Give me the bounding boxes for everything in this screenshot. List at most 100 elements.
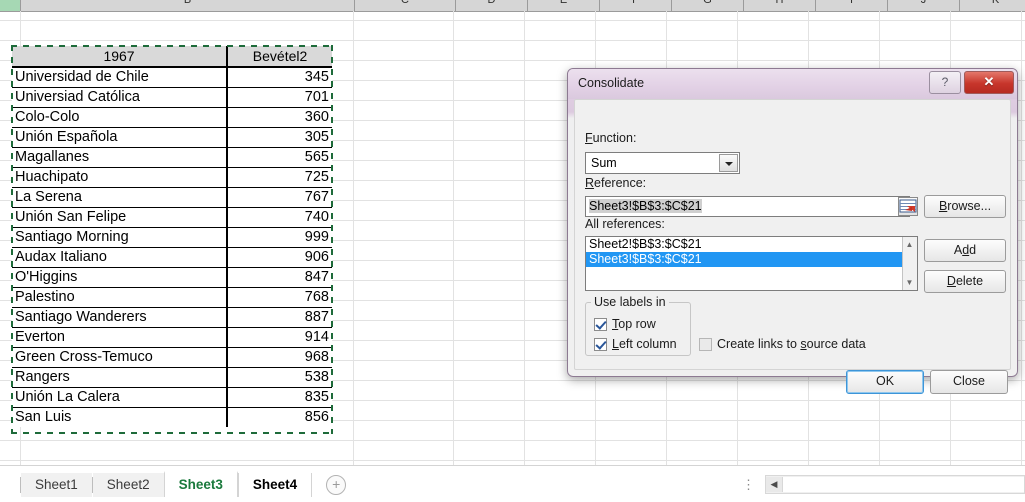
cell-label[interactable]: Magallanes (12, 147, 229, 168)
cell-label[interactable]: Universiad Católica (12, 87, 229, 108)
table-row[interactable]: Green Cross-Temuco 968 (12, 347, 332, 368)
table-row[interactable]: Huachipato 725 (12, 167, 332, 188)
table-row[interactable]: Rangers 538 (12, 367, 332, 388)
cell-value[interactable]: 565 (227, 147, 332, 168)
sheet-tab-sheet3[interactable]: Sheet3 (163, 471, 238, 497)
cell-label[interactable]: Universidad de Chile (12, 67, 229, 88)
column-header-f[interactable]: F (600, 0, 672, 11)
scroll-up-icon[interactable]: ▲ (903, 238, 916, 251)
checkbox-left-column[interactable]: Left column (594, 337, 677, 351)
chevron-down-icon[interactable] (719, 154, 738, 172)
column-header-g[interactable]: G (672, 0, 744, 11)
sheet-tab-sheet4[interactable]: Sheet4 (237, 473, 313, 497)
table-row[interactable]: Unión Española 305 (12, 127, 332, 148)
table-header-cell[interactable]: 1967 (12, 46, 229, 68)
cell-value[interactable]: 345 (227, 67, 332, 88)
cell-label[interactable]: Unión La Calera (12, 387, 229, 408)
select-all-corner[interactable] (0, 0, 21, 11)
checkbox-create-links[interactable]: Create links to source data (699, 337, 866, 351)
cell-value[interactable]: 835 (227, 387, 332, 408)
reference-list-item[interactable]: Sheet2!$B$3:$C$21 (586, 237, 917, 252)
table-row[interactable]: La Serena 767 (12, 187, 332, 208)
scroll-left-icon[interactable]: ◀ (766, 477, 783, 492)
all-references-listbox[interactable]: Sheet2!$B$3:$C$21 Sheet3!$B$3:$C$21 ▲ ▼ (585, 236, 918, 291)
cell-value[interactable]: 360 (227, 107, 332, 128)
column-header-k[interactable]: K (960, 0, 1025, 11)
function-dropdown[interactable]: Sum (585, 152, 740, 174)
table-row[interactable]: Magallanes 565 (12, 147, 332, 168)
cell-label[interactable]: San Luis (12, 407, 229, 427)
cell-value[interactable]: 999 (227, 227, 332, 248)
table-row[interactable]: Everton 914 (12, 327, 332, 348)
column-header-c[interactable]: C (355, 0, 456, 11)
reference-list-item[interactable]: Sheet3!$B$3:$C$21 (586, 252, 917, 267)
browse-button[interactable]: Browse... (924, 195, 1006, 218)
cell-value[interactable]: 968 (227, 347, 332, 368)
scroll-track[interactable] (783, 477, 1024, 492)
listbox-scrollbar[interactable]: ▲ ▼ (902, 237, 917, 290)
cell-value[interactable]: 847 (227, 267, 332, 288)
ok-button[interactable]: OK (846, 370, 924, 394)
cell-value[interactable]: 887 (227, 307, 332, 328)
column-header-h[interactable]: H (744, 0, 816, 11)
dialog-title-bar[interactable]: Consolidate ? ✕ (568, 69, 1017, 99)
cell-label[interactable]: La Serena (12, 187, 229, 208)
delete-reference-button[interactable]: Delete (924, 270, 1006, 293)
cell-label[interactable]: Unión Española (12, 127, 229, 148)
range-select-icon[interactable] (898, 197, 918, 216)
checkbox-top-row-box[interactable] (594, 317, 607, 331)
cell-label[interactable]: Huachipato (12, 167, 229, 188)
sheet-tab-sheet2[interactable]: Sheet2 (92, 473, 164, 497)
table-row[interactable]: Unión La Calera 835 (12, 387, 332, 408)
cell-label[interactable]: Colo-Colo (12, 107, 229, 128)
cell-label[interactable]: Everton (12, 327, 229, 348)
split-handle-icon[interactable]: ⋮ (742, 476, 755, 494)
cell-value[interactable]: 538 (227, 367, 332, 388)
add-reference-button[interactable]: Add (924, 239, 1006, 262)
close-button[interactable]: Close (930, 370, 1008, 394)
cell-label[interactable]: Santiago Wanderers (12, 307, 229, 328)
table-row[interactable]: Colo-Colo 360 (12, 107, 332, 128)
sheet-tab-sheet1[interactable]: Sheet1 (21, 473, 92, 497)
cell-label[interactable]: Santiago Morning (12, 227, 229, 248)
horizontal-scrollbar[interactable]: ◀ (765, 475, 1025, 494)
cell-value[interactable]: 906 (227, 247, 332, 268)
column-header-b[interactable]: B (21, 0, 355, 11)
column-header-i[interactable]: I (816, 0, 888, 11)
cell-value[interactable]: 305 (227, 127, 332, 148)
checkbox-create-links-box[interactable] (699, 337, 712, 351)
table-row[interactable]: Palestino 768 (12, 287, 332, 308)
add-sheet-icon[interactable]: + (326, 474, 347, 495)
cell-value[interactable]: 768 (227, 287, 332, 308)
checkbox-left-column-box[interactable] (594, 337, 607, 351)
cell-label[interactable]: Unión San Felipe (12, 207, 229, 228)
table-header-cell[interactable]: Bevétel2 (227, 46, 332, 68)
cell-value[interactable]: 914 (227, 327, 332, 348)
cell-label[interactable]: O'Higgins (12, 267, 229, 288)
table-row[interactable]: O'Higgins 847 (12, 267, 332, 288)
cell-value[interactable]: 856 (227, 407, 332, 427)
cell-label[interactable]: Rangers (12, 367, 229, 388)
help-icon[interactable]: ? (929, 71, 961, 94)
cell-value[interactable]: 767 (227, 187, 332, 208)
table-row[interactable]: Santiago Morning 999 (12, 227, 332, 248)
cell-value[interactable]: 701 (227, 87, 332, 108)
cell-value[interactable]: 725 (227, 167, 332, 188)
column-header-d[interactable]: D (456, 0, 528, 11)
cell-value[interactable]: 740 (227, 207, 332, 228)
cell-label[interactable]: Palestino (12, 287, 229, 308)
table-row[interactable]: Unión San Felipe 740 (12, 207, 332, 228)
close-icon[interactable]: ✕ (964, 71, 1014, 94)
cell-label[interactable]: Green Cross-Temuco (12, 347, 229, 368)
table-row[interactable]: San Luis 856 (12, 407, 332, 427)
column-header-j[interactable]: J (888, 0, 960, 11)
data-table[interactable]: 1967 Bevétel2 Universidad de Chile 345 Unive… (12, 46, 332, 427)
table-row[interactable]: Universiad Católica 701 (12, 87, 332, 108)
scroll-down-icon[interactable]: ▼ (903, 276, 916, 289)
reference-input[interactable]: Sheet3!$B$3:$C$21 (585, 196, 910, 217)
table-row[interactable]: Audax Italiano 906 (12, 247, 332, 268)
table-row[interactable]: Santiago Wanderers 887 (12, 307, 332, 328)
consolidate-dialog[interactable]: Consolidate ? ✕ Function: Sum Reference:… (567, 68, 1018, 394)
cell-label[interactable]: Audax Italiano (12, 247, 229, 268)
table-row[interactable]: Universidad de Chile 345 (12, 67, 332, 88)
